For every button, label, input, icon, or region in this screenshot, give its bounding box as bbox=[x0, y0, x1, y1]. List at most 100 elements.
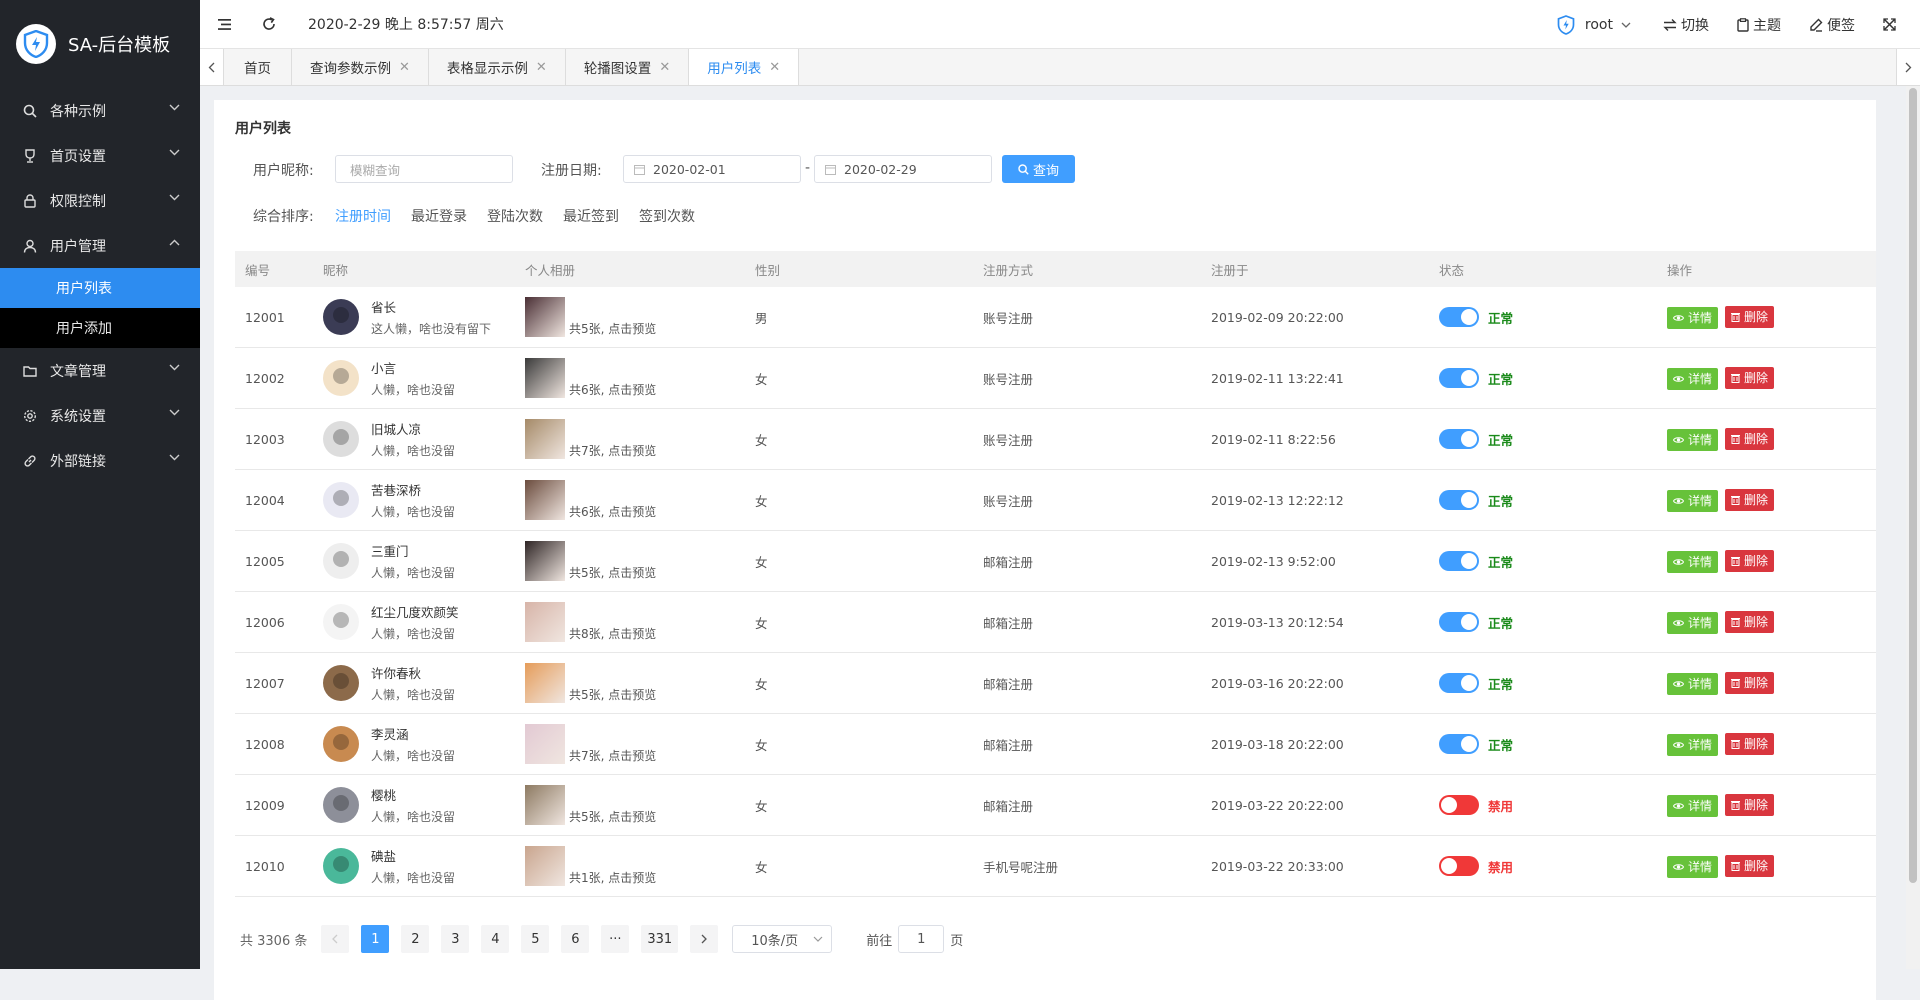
date-start-input[interactable]: 2020-02-01 bbox=[623, 155, 801, 183]
delete-button[interactable]: 删除 bbox=[1725, 427, 1775, 450]
sidebar-item-external-links[interactable]: 外部链接 bbox=[0, 438, 200, 483]
album-cell[interactable]: 共5张, 点击预览 bbox=[525, 785, 745, 825]
avatar[interactable] bbox=[323, 360, 359, 396]
page-size-select[interactable]: 10条/页 bbox=[732, 925, 833, 953]
column-header[interactable]: 操作 bbox=[1657, 260, 1876, 279]
sidebar-item-system-settings[interactable]: 系统设置 bbox=[0, 393, 200, 438]
column-header[interactable]: 状态 bbox=[1429, 260, 1657, 279]
page-button[interactable]: 2 bbox=[401, 925, 430, 953]
album-thumbnail[interactable] bbox=[525, 297, 565, 337]
status-toggle[interactable] bbox=[1439, 307, 1479, 327]
page-button[interactable]: 4 bbox=[481, 925, 510, 953]
album-thumbnail[interactable] bbox=[525, 846, 565, 886]
sidebar-item-user-management[interactable]: 用户管理 bbox=[0, 223, 200, 268]
tab-carousel[interactable]: 轮播图设置 ✕ bbox=[565, 49, 690, 85]
goto-page-input[interactable]: 1 bbox=[898, 925, 945, 953]
album-thumbnail[interactable] bbox=[525, 602, 565, 642]
column-header[interactable]: 昵称 bbox=[313, 260, 515, 279]
detail-button[interactable]: 详情 bbox=[1667, 855, 1719, 878]
sidebar-item-examples[interactable]: 各种示例 bbox=[0, 88, 200, 133]
album-thumbnail[interactable] bbox=[525, 724, 565, 764]
album-cell[interactable]: 共6张, 点击预览 bbox=[525, 480, 745, 520]
page-button[interactable]: 5 bbox=[521, 925, 550, 953]
avatar[interactable] bbox=[323, 299, 359, 335]
status-toggle[interactable] bbox=[1439, 673, 1479, 693]
album-thumbnail[interactable] bbox=[525, 785, 565, 825]
close-icon[interactable]: ✕ bbox=[536, 60, 547, 75]
status-toggle[interactable] bbox=[1439, 856, 1479, 876]
sidebar-item-articles[interactable]: 文章管理 bbox=[0, 348, 200, 393]
page-button[interactable]: 6 bbox=[561, 925, 590, 953]
switch-button[interactable]: 切换 bbox=[1663, 15, 1709, 35]
detail-button[interactable]: 详情 bbox=[1667, 306, 1719, 329]
tab-table-display[interactable]: 表格显示示例 ✕ bbox=[428, 49, 566, 85]
page-ellipsis[interactable]: ··· bbox=[601, 925, 630, 953]
close-icon[interactable]: ✕ bbox=[659, 60, 670, 75]
delete-button[interactable]: 删除 bbox=[1725, 854, 1775, 877]
next-page-icon[interactable] bbox=[690, 925, 719, 953]
album-thumbnail[interactable] bbox=[525, 541, 565, 581]
status-toggle[interactable] bbox=[1439, 368, 1479, 388]
delete-button[interactable]: 删除 bbox=[1725, 732, 1775, 755]
avatar[interactable] bbox=[323, 848, 359, 884]
avatar[interactable] bbox=[323, 665, 359, 701]
column-header[interactable]: 个人相册 bbox=[515, 260, 745, 279]
column-header[interactable]: 注册方式 bbox=[973, 260, 1201, 279]
tab-scroll-right-icon[interactable] bbox=[1896, 49, 1920, 85]
tab-home[interactable]: 首页 bbox=[224, 49, 292, 85]
status-toggle[interactable] bbox=[1439, 490, 1479, 510]
album-cell[interactable]: 共1张, 点击预览 bbox=[525, 846, 745, 886]
menu-toggle-icon[interactable] bbox=[213, 13, 235, 35]
detail-button[interactable]: 详情 bbox=[1667, 550, 1719, 573]
column-header[interactable]: 编号 bbox=[235, 260, 313, 279]
status-toggle[interactable] bbox=[1439, 612, 1479, 632]
sort-option-last-signin[interactable]: 最近签到 bbox=[563, 206, 619, 226]
sidebar-item-permissions[interactable]: 权限控制 bbox=[0, 178, 200, 223]
avatar[interactable] bbox=[323, 726, 359, 762]
avatar[interactable] bbox=[323, 543, 359, 579]
album-cell[interactable]: 共7张, 点击预览 bbox=[525, 419, 745, 459]
delete-button[interactable]: 删除 bbox=[1725, 671, 1775, 694]
close-icon[interactable]: ✕ bbox=[399, 60, 410, 75]
sort-option-reg-time[interactable]: 注册时间 bbox=[335, 206, 391, 226]
status-toggle[interactable] bbox=[1439, 734, 1479, 754]
sidebar-subitem-user-list[interactable]: 用户列表 bbox=[0, 268, 200, 308]
column-header[interactable]: 性别 bbox=[745, 260, 973, 279]
album-cell[interactable]: 共6张, 点击预览 bbox=[525, 358, 745, 398]
scrollbar[interactable] bbox=[1906, 86, 1920, 969]
sort-option-login-count[interactable]: 登陆次数 bbox=[487, 206, 543, 226]
album-thumbnail[interactable] bbox=[525, 480, 565, 520]
detail-button[interactable]: 详情 bbox=[1667, 794, 1719, 817]
nickname-input[interactable]: 模糊查询 bbox=[335, 155, 513, 183]
status-toggle[interactable] bbox=[1439, 429, 1479, 449]
page-button[interactable]: 1 bbox=[361, 925, 390, 953]
delete-button[interactable]: 删除 bbox=[1725, 305, 1775, 328]
column-header[interactable]: 注册于 bbox=[1201, 260, 1429, 279]
theme-button[interactable]: 主题 bbox=[1737, 15, 1781, 35]
album-thumbnail[interactable] bbox=[525, 419, 565, 459]
delete-button[interactable]: 删除 bbox=[1725, 549, 1775, 572]
album-thumbnail[interactable] bbox=[525, 358, 565, 398]
avatar[interactable] bbox=[323, 787, 359, 823]
scrollbar-thumb[interactable] bbox=[1909, 88, 1917, 883]
album-cell[interactable]: 共7张, 点击预览 bbox=[525, 724, 745, 764]
prev-page-icon[interactable] bbox=[321, 925, 350, 953]
query-button[interactable]: 查询 bbox=[1002, 155, 1075, 183]
tab-user-list[interactable]: 用户列表 ✕ bbox=[689, 49, 800, 85]
sort-option-signin-count[interactable]: 签到次数 bbox=[639, 206, 695, 226]
detail-button[interactable]: 详情 bbox=[1667, 672, 1719, 695]
logo[interactable]: SA-后台模板 bbox=[0, 0, 200, 88]
album-cell[interactable]: 共8张, 点击预览 bbox=[525, 602, 745, 642]
album-cell[interactable]: 共5张, 点击预览 bbox=[525, 297, 745, 337]
detail-button[interactable]: 详情 bbox=[1667, 733, 1719, 756]
delete-button[interactable]: 删除 bbox=[1725, 366, 1775, 389]
fullscreen-icon[interactable] bbox=[1883, 18, 1900, 31]
refresh-icon[interactable] bbox=[258, 13, 280, 35]
sidebar-subitem-user-add[interactable]: 用户添加 bbox=[0, 308, 200, 348]
detail-button[interactable]: 详情 bbox=[1667, 367, 1719, 390]
tab-query-params[interactable]: 查询参数示例 ✕ bbox=[292, 49, 429, 85]
avatar[interactable] bbox=[323, 421, 359, 457]
delete-button[interactable]: 删除 bbox=[1725, 488, 1775, 511]
sidebar-item-home-settings[interactable]: 首页设置 bbox=[0, 133, 200, 178]
status-toggle[interactable] bbox=[1439, 795, 1479, 815]
